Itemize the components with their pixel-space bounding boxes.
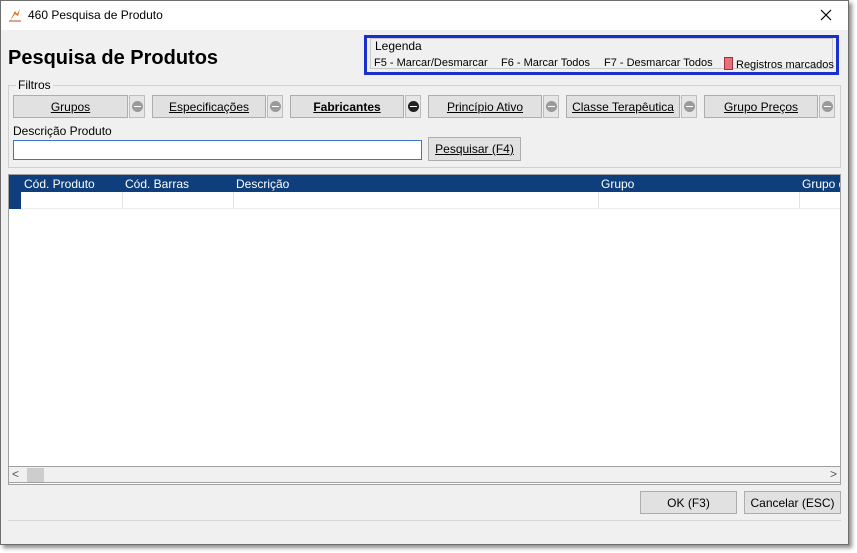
close-button[interactable] bbox=[806, 2, 846, 28]
app-logo-icon bbox=[9, 9, 21, 22]
ok-button[interactable]: OK (F3) bbox=[640, 491, 737, 514]
legend-box: Legenda F5 - Marcar/Desmarcar F6 - Marca… bbox=[364, 35, 839, 75]
filter-toggle-grupos[interactable] bbox=[129, 95, 145, 118]
filter-button-grupo-precos[interactable]: Grupo Preços bbox=[704, 95, 818, 118]
filter-toggle-grupo-precos[interactable] bbox=[819, 95, 835, 118]
cancel-button[interactable]: Cancelar (ESC) bbox=[744, 491, 841, 514]
minus-circle-icon bbox=[683, 101, 695, 112]
legend-title: Legenda bbox=[373, 39, 424, 53]
legend-item-marked: Registros marcados bbox=[724, 57, 834, 71]
product-search-window: 460 Pesquisa de Produto Pesquisa de Prod… bbox=[0, 0, 849, 545]
scroll-left-arrow-icon[interactable]: < bbox=[12, 467, 19, 481]
filter-button-classe-terapeutica[interactable]: Classe Terapêutica bbox=[566, 95, 680, 118]
minus-circle-icon bbox=[269, 101, 281, 112]
window-title: 460 Pesquisa de Produto bbox=[28, 8, 163, 22]
grid-cell-divider bbox=[799, 192, 800, 209]
legend-marked-label: Registros marcados bbox=[736, 59, 834, 71]
grid-header: Cód. Produto Cód. Barras Descrição Grupo… bbox=[9, 175, 840, 192]
column-header-cod-barras[interactable]: Cód. Barras bbox=[125, 177, 189, 191]
title-bar: 460 Pesquisa de Produto bbox=[1, 1, 848, 30]
description-label: Descrição Produto bbox=[13, 124, 112, 138]
filter-toggle-classe-terapeutica[interactable] bbox=[681, 95, 697, 118]
search-button[interactable]: Pesquisar (F4) bbox=[428, 137, 521, 161]
minus-circle-icon bbox=[545, 101, 557, 112]
footer-divider bbox=[8, 520, 841, 521]
grid-cell-divider bbox=[598, 192, 599, 209]
column-header-grupo[interactable]: Grupo bbox=[601, 177, 634, 191]
page-title: Pesquisa de Produtos bbox=[8, 47, 219, 69]
grid-row-divider bbox=[21, 208, 840, 209]
filter-toggle-principio-ativo[interactable] bbox=[543, 95, 559, 118]
grid-cell-divider bbox=[233, 192, 234, 209]
minus-circle-icon bbox=[131, 101, 143, 112]
legend-item-f6: F6 - Marcar Todos bbox=[501, 57, 591, 69]
products-grid[interactable]: Cód. Produto Cód. Barras Descrição Grupo… bbox=[8, 174, 841, 485]
filter-button-fabricantes[interactable]: Fabricantes bbox=[290, 95, 404, 118]
filter-button-principio-ativo[interactable]: Princípio Ativo bbox=[428, 95, 542, 118]
filter-button-especificacoes[interactable]: Especificações bbox=[152, 95, 266, 118]
filters-label: Filtros bbox=[16, 78, 53, 92]
close-icon bbox=[820, 9, 832, 21]
filter-button-grupos[interactable]: Grupos bbox=[13, 95, 128, 118]
column-header-descricao[interactable]: Descrição bbox=[236, 177, 289, 191]
description-input[interactable] bbox=[13, 140, 422, 160]
marked-color-swatch bbox=[724, 57, 733, 70]
column-header-cod-produto[interactable]: Cód. Produto bbox=[24, 177, 95, 191]
scroll-thumb[interactable] bbox=[27, 468, 44, 482]
grid-cell-divider bbox=[122, 192, 123, 209]
filter-toggle-fabricantes[interactable] bbox=[405, 95, 421, 118]
horizontal-scrollbar[interactable]: < > bbox=[8, 466, 841, 483]
legend-item-f5: F5 - Marcar/Desmarcar bbox=[374, 57, 488, 69]
scroll-right-arrow-icon[interactable]: > bbox=[830, 467, 837, 481]
legend-item-f7: F7 - Desmarcar Todos bbox=[604, 57, 713, 69]
filter-toggle-especificacoes[interactable] bbox=[267, 95, 283, 118]
row-indicator[interactable] bbox=[9, 192, 21, 209]
minus-circle-icon bbox=[821, 101, 833, 112]
minus-circle-icon bbox=[407, 101, 419, 112]
column-header-grupo-d[interactable]: Grupo d bbox=[802, 177, 840, 191]
